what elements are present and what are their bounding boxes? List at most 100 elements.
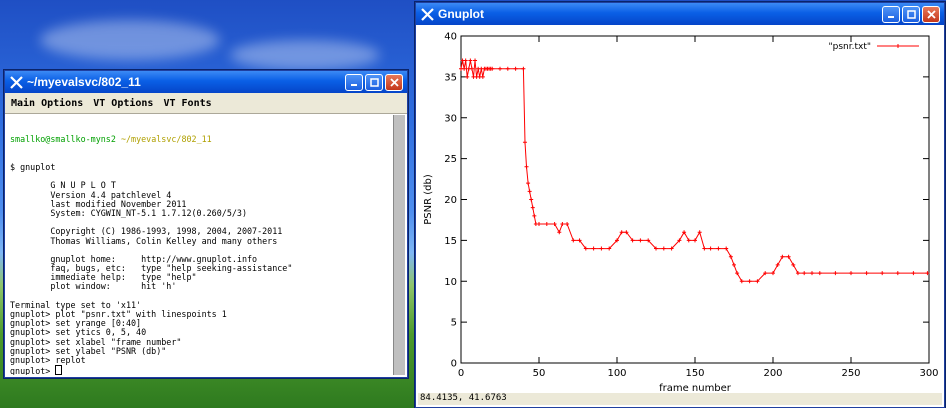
data-point <box>849 271 853 276</box>
data-point <box>747 279 752 284</box>
data-point <box>786 254 791 259</box>
psnr-chart[interactable]: 0 5 10 15 20 25 30 35 40 0 50 100 150 200 250 300 frame … <box>417 26 943 392</box>
terminal-line: System: CYGWIN_NT-5.1 1.7.12(0.260/5/3) <box>10 207 247 218</box>
terminal-line: gnuplot> replot <box>10 354 86 365</box>
legend-label: "psnr.txt" <box>828 42 871 52</box>
data-point <box>775 262 780 267</box>
data-point <box>724 246 729 251</box>
data-point <box>780 254 785 259</box>
data-point <box>529 197 534 202</box>
data-point <box>802 271 807 276</box>
terminal-line: gnuplot> <box>10 365 390 375</box>
data-point <box>537 222 541 227</box>
x-tick-label: 300 <box>919 368 938 379</box>
data-point <box>530 205 535 210</box>
x-tick-label: 150 <box>685 368 704 379</box>
prompt-user: smallko@smallko-myns2 <box>10 134 116 145</box>
x11-logo-icon <box>9 75 23 89</box>
data-point <box>524 164 529 169</box>
data-point <box>521 66 526 71</box>
data-point <box>771 271 775 276</box>
desktop-cloud <box>230 40 380 70</box>
maximize-button[interactable] <box>365 73 383 91</box>
data-point <box>505 66 510 71</box>
legend-marker <box>896 44 900 48</box>
terminal-window[interactable]: ~/myevalsvc/802_11 Main Options VT Optio… <box>4 70 408 378</box>
data-point <box>565 222 570 227</box>
data-point <box>526 181 531 186</box>
data-point <box>817 271 822 276</box>
x-tick-label: 100 <box>607 368 626 379</box>
data-point <box>599 246 604 251</box>
data-point <box>469 66 474 71</box>
data-point <box>693 238 697 243</box>
prompt-line: smallko@smallko-myns2 ~/myevalsvc/802_11 <box>10 135 390 144</box>
menu-vt-options[interactable]: VT Options <box>93 98 153 109</box>
y-tick-label: 0 <box>451 359 457 370</box>
data-point <box>557 230 562 235</box>
data-point <box>795 271 800 276</box>
y-tick-label: 40 <box>444 32 457 43</box>
data-point <box>480 74 485 79</box>
data-point <box>591 246 596 251</box>
data-point <box>468 58 473 63</box>
y-tick-label: 15 <box>444 236 457 247</box>
y-tick-label: 10 <box>444 277 457 288</box>
y-tick-label: 5 <box>451 318 457 329</box>
maximize-button[interactable] <box>902 5 920 23</box>
data-point <box>895 271 900 276</box>
data-point <box>810 271 814 276</box>
data-point <box>544 222 549 227</box>
minimize-button[interactable] <box>345 73 363 91</box>
data-point <box>682 230 687 235</box>
menu-vt-fonts[interactable]: VT Fonts <box>163 98 211 109</box>
x-tick-label: 250 <box>841 368 860 379</box>
desktop-cloud <box>40 20 220 60</box>
data-point <box>532 213 537 218</box>
data-point <box>560 222 565 227</box>
terminal-line: Thomas Williams, Colin Kelley and many o… <box>10 235 278 246</box>
minimize-button[interactable] <box>882 5 900 23</box>
terminal-line: $ gnuplot <box>10 162 56 172</box>
close-button[interactable] <box>922 5 940 23</box>
x-tick-label: 200 <box>763 368 782 379</box>
data-point <box>686 238 691 243</box>
gnuplot-title: Gnuplot <box>438 7 484 21</box>
data-point <box>498 66 502 71</box>
data-point <box>864 271 869 276</box>
data-point <box>619 230 624 235</box>
data-point <box>716 246 721 251</box>
x-axis-label: frame number <box>659 383 732 392</box>
y-tick-label: 20 <box>444 195 457 206</box>
data-point <box>697 230 702 235</box>
data-point <box>735 271 740 276</box>
y-axis-label: PSNR (db) <box>423 174 434 225</box>
gnuplot-titlebar[interactable]: Gnuplot <box>416 3 944 25</box>
data-point <box>732 262 736 267</box>
data-point <box>702 246 707 251</box>
data-point <box>552 222 557 227</box>
terminal-output[interactable]: smallko@smallko-myns2 ~/myevalsvc/802_11… <box>7 115 393 375</box>
data-point <box>880 271 885 276</box>
data-point <box>791 262 796 267</box>
data-point <box>911 271 916 276</box>
x11-logo-icon <box>420 7 434 21</box>
data-point <box>728 254 733 259</box>
data-point <box>661 246 666 251</box>
data-point <box>708 246 713 251</box>
gnuplot-window[interactable]: Gnuplot 0 5 10 15 20 25 30 35 40 0 50 100 150 200 250 3… <box>415 2 945 408</box>
terminal-menubar: Main Options VT Options VT Fonts <box>5 93 407 114</box>
terminal-titlebar[interactable]: ~/myevalsvc/802_11 <box>5 71 407 93</box>
terminal-scrollbar[interactable] <box>393 115 405 375</box>
terminal-line: plot window: hit 'h' <box>10 281 177 292</box>
data-point <box>473 58 478 63</box>
y-tick-label: 30 <box>444 113 457 124</box>
x-tick-label: 0 <box>458 368 464 379</box>
data-point <box>463 58 468 63</box>
y-tick-label: 35 <box>444 72 457 83</box>
close-button[interactable] <box>385 73 403 91</box>
x-tick-label: 50 <box>533 368 546 379</box>
y-tick-label: 25 <box>444 154 457 165</box>
terminal-title: ~/myevalsvc/802_11 <box>27 75 141 89</box>
menu-main-options[interactable]: Main Options <box>11 98 83 109</box>
